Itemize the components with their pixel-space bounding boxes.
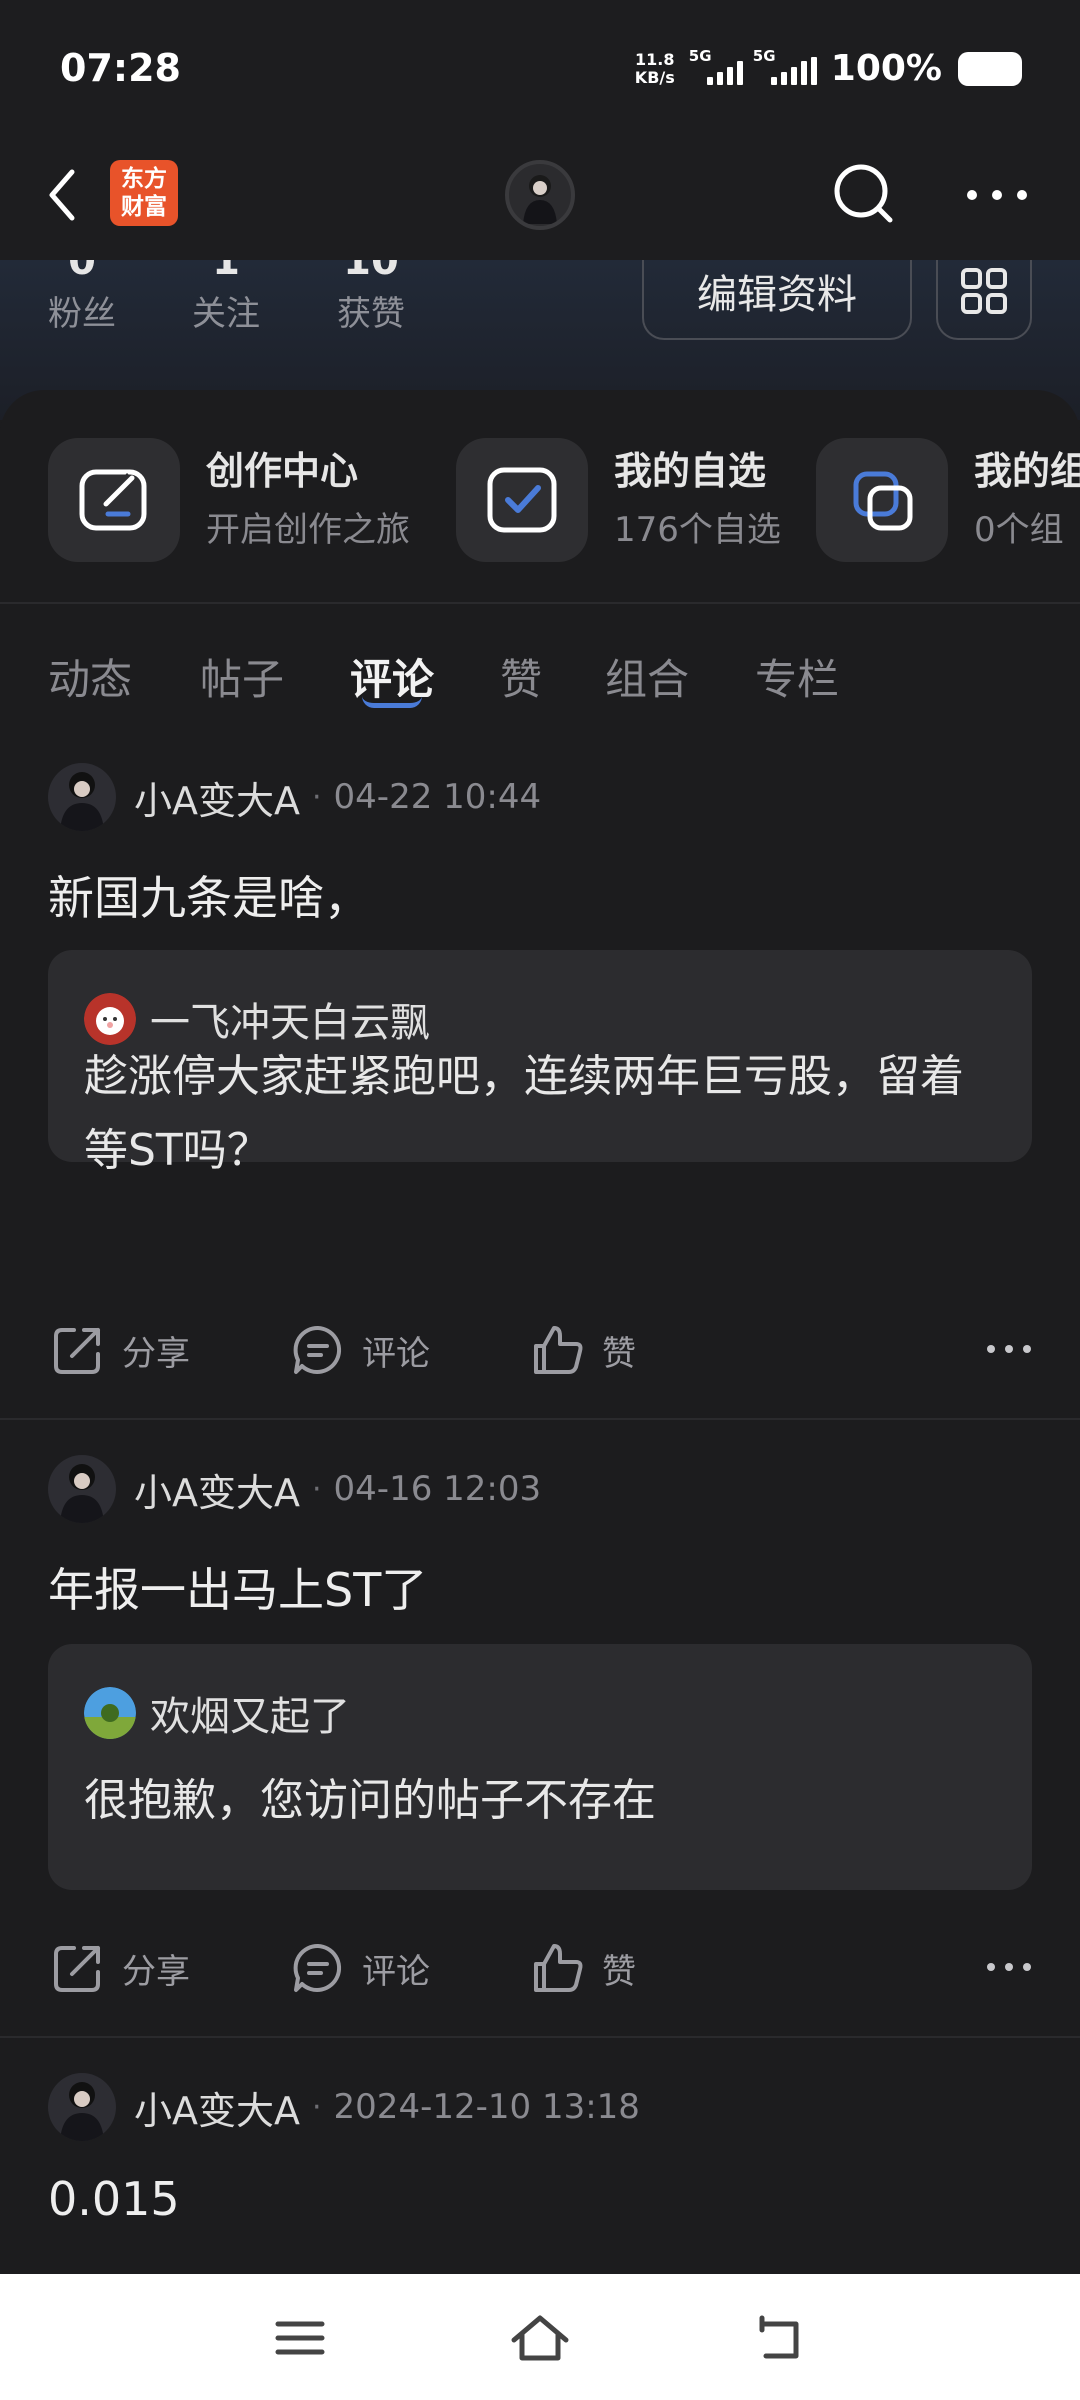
tab-dynamics[interactable]: 动态 — [48, 646, 132, 707]
more-options-button[interactable] — [984, 1334, 1034, 1364]
signal-icon: 5G — [689, 47, 743, 85]
top-nav: 东方 财富 — [0, 130, 1080, 260]
active-tab-indicator — [362, 696, 422, 708]
main-panel: 创作中心 开启创作之旅 我的自选 176个自选 我的组 0个组 动态 帖子 评论… — [0, 390, 1080, 2274]
post-header: 小A变大A · 04-22 10:44 — [48, 762, 541, 832]
back-icon — [759, 2315, 799, 2359]
comment-item: 小A变大A · 04-16 12:03 年报一出马上ST了 欢烟又起了 很抱歉，… — [0, 1454, 1080, 1924]
edit-note-icon — [48, 438, 180, 562]
fans-stat[interactable]: 0 粉丝 — [48, 260, 116, 335]
search-icon — [834, 164, 893, 223]
back-nav-button[interactable] — [748, 2308, 812, 2368]
status-indicators: 11.8 KB/s 5G 5G 100% — [631, 47, 1022, 89]
battery-icon — [958, 51, 1022, 86]
author-name[interactable]: 小A变大A — [134, 770, 300, 825]
app-logo[interactable]: 东方 财富 — [110, 160, 178, 226]
quoted-author: 欢烟又起了 — [150, 1694, 350, 1740]
grid-button[interactable] — [936, 260, 1032, 340]
avatar[interactable] — [48, 2073, 116, 2141]
share-icon — [54, 1328, 100, 1374]
tab-likes[interactable]: 赞 — [500, 646, 542, 707]
comment-icon — [293, 1325, 342, 1374]
avatar-image — [523, 175, 557, 224]
divider — [0, 1418, 1080, 1420]
like-button[interactable]: 赞 — [530, 1322, 636, 1378]
battery-percent: 100% — [830, 48, 942, 89]
post-time: 2024-12-10 13:18 — [333, 2087, 640, 2127]
tab-bar: 动态 帖子 评论 赞 组合 专栏 — [0, 616, 1080, 736]
checkbox-icon — [456, 438, 588, 562]
tab-portfolio[interactable]: 组合 — [605, 646, 689, 707]
comment-button[interactable]: 评论 — [290, 1940, 430, 1996]
comment-item: 小A变大A · 04-22 10:44 新国九条是啥， 一飞冲天白云飘 趁涨停大… — [0, 762, 1080, 1282]
thumbs-up-icon — [534, 1326, 583, 1374]
like-button[interactable]: 赞 — [530, 1940, 636, 1996]
more-horizontal-icon — [987, 1345, 1031, 1353]
quoted-text: 很抱歉，您访问的帖子不存在 — [84, 1775, 656, 1826]
status-time: 07:28 — [60, 46, 181, 90]
menu-icon — [275, 2321, 325, 2355]
author-name[interactable]: 小A变大A — [134, 1462, 300, 1517]
more-horizontal-icon — [967, 190, 1027, 200]
comment-text[interactable]: 0.015 — [48, 2172, 180, 2226]
comment-icon — [293, 1943, 342, 1992]
post-actions: 分享 评论 赞 — [0, 1310, 1080, 1390]
divider — [0, 2036, 1080, 2038]
more-options-button[interactable] — [984, 1952, 1034, 1982]
overlap-squares-icon — [816, 438, 948, 562]
status-bar: 07:28 11.8 KB/s 5G 5G 100% — [0, 0, 1080, 130]
home-icon — [511, 2315, 569, 2361]
likes-stat[interactable]: 10 获赞 — [337, 260, 405, 335]
comment-text[interactable]: 年报一出马上ST了 — [48, 1554, 427, 1620]
post-actions: 分享 评论 赞 — [0, 1928, 1080, 2008]
back-button[interactable] — [40, 160, 90, 230]
comment-item: 小A变大A · 2024-12-10 13:18 0.015 — [0, 2072, 1080, 2272]
tab-column[interactable]: 专栏 — [755, 646, 839, 707]
avatar[interactable] — [48, 763, 116, 831]
search-button[interactable] — [828, 158, 900, 230]
home-button[interactable] — [508, 2308, 572, 2368]
share-button[interactable]: 分享 — [50, 1322, 190, 1378]
avatar[interactable] — [48, 1455, 116, 1523]
system-nav-bar — [0, 2274, 1080, 2400]
follow-stat[interactable]: 1 关注 — [192, 260, 260, 335]
grid-icon — [961, 268, 1007, 314]
shortcut-bar: 创作中心 开启创作之旅 我的自选 176个自选 我的组 0个组 — [0, 390, 1080, 604]
post-time: 04-16 12:03 — [333, 1469, 542, 1509]
post-header: 小A变大A · 04-16 12:03 — [48, 1454, 541, 1524]
quoted-post[interactable]: 一飞冲天白云飘 趁涨停大家赶紧跑吧，连续两年巨亏股，留着等ST吗？ — [48, 950, 1032, 1176]
edit-profile-button[interactable]: 编辑资料 — [642, 260, 912, 340]
post-header: 小A变大A · 2024-12-10 13:18 — [48, 2072, 640, 2142]
share-icon — [54, 1946, 100, 1992]
thumbs-up-icon — [534, 1944, 583, 1992]
quoted-post[interactable]: 欢烟又起了 很抱歉，您访问的帖子不存在 — [48, 1644, 1032, 1890]
network-speed: 11.8 KB/s — [634, 49, 675, 87]
menu-button[interactable] — [268, 2308, 332, 2368]
avatar — [84, 993, 136, 1045]
share-button[interactable]: 分享 — [50, 1940, 190, 1996]
tab-posts[interactable]: 帖子 — [200, 646, 284, 707]
avatar — [84, 1687, 136, 1739]
comment-button[interactable]: 评论 — [290, 1322, 430, 1378]
signal-icon: 5G — [753, 47, 817, 85]
comment-text[interactable]: 新国九条是啥， — [48, 862, 370, 928]
chevron-left-icon — [49, 169, 75, 221]
avatar[interactable] — [505, 160, 575, 230]
more-horizontal-icon — [987, 1963, 1031, 1971]
post-time: 04-22 10:44 — [333, 777, 542, 817]
quoted-text: 趁涨停大家赶紧跑吧，连续两年巨亏股，留着等ST吗？ — [84, 1051, 964, 1176]
more-button[interactable] — [962, 170, 1032, 220]
author-name[interactable]: 小A变大A — [134, 2080, 300, 2135]
